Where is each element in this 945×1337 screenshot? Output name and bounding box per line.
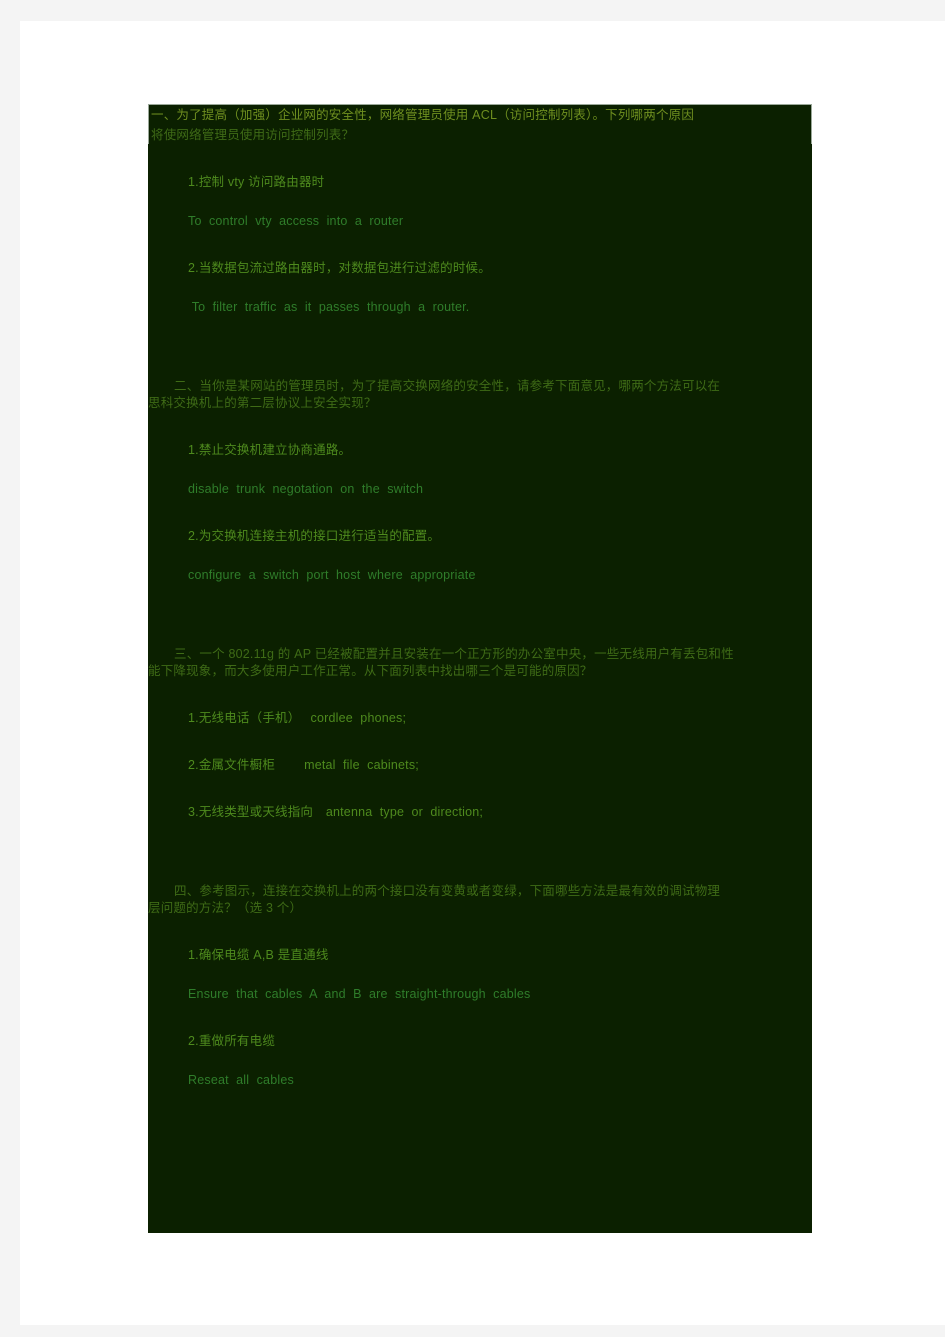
question-2: 二、当你是某网站的管理员时，为了提高交换网络的安全性，请参考下面意见，哪两个方法… — [148, 378, 812, 584]
question-1: 一、为了提高（加强）企业网的安全性，网络管理员使用 ACL（访问控制列表）。下列… — [148, 104, 812, 316]
question-4-prompt-line-2: 层问题的方法？（选 3 个） — [148, 901, 303, 915]
question-2-answer-1-en: disable trunk negotation on the switch — [188, 482, 424, 496]
pasted-content-block: 一、为了提高（加强）企业网的安全性，网络管理员使用 ACL（访问控制列表）。下列… — [148, 104, 812, 1233]
question-4-answer-2-en: Reseat all cables — [188, 1073, 294, 1087]
document-page: 一、为了提高（加强）企业网的安全性，网络管理员使用 ACL（访问控制列表）。下列… — [20, 21, 945, 1325]
question-2-answer-2-cn: 2.为交换机连接主机的接口进行适当的配置。 — [188, 529, 441, 543]
question-1-answer-2-cn: 2.当数据包流过路由器时，对数据包进行过滤的时候。 — [188, 261, 491, 275]
question-3: 三、一个 802.11g 的 AP 已经被配置并且安装在一个正方形的办公室中央，… — [148, 646, 812, 821]
question-1-prompt-line-2: 将使网络管理员使用访问控制列表？ — [151, 128, 355, 142]
question-2-answer-1-cn: 1.禁止交换机建立协商通路。 — [188, 443, 352, 457]
question-1-answer-2-en: To filter traffic as it passes through a… — [188, 300, 470, 314]
question-1-prompt-continuation: 将使网络管理员使用访问控制列表？ — [148, 127, 812, 144]
question-1-heading-highlight[interactable]: 一、为了提高（加强）企业网的安全性，网络管理员使用 ACL（访问控制列表）。下列… — [148, 104, 812, 127]
question-3-answer-3: 3.无线类型或天线指向 antenna type or direction; — [188, 805, 484, 819]
question-3-answer-1: 1.无线电话（手机） cordlee phones; — [188, 711, 407, 725]
question-3-prompt-line-1: 三、一个 802.11g 的 AP 已经被配置并且安装在一个正方形的办公室中央，… — [174, 647, 734, 661]
question-2-prompt-line-2: 思科交换机上的第二层协议上安全实现？ — [148, 396, 377, 410]
question-4-answer-1-cn: 1.确保电缆 A,B 是直通线 — [188, 948, 329, 962]
question-2-prompt-line-1: 二、当你是某网站的管理员时，为了提高交换网络的安全性，请参考下面意见，哪两个方法… — [174, 379, 721, 393]
question-4-answer-2-cn: 2.重做所有电缆 — [188, 1034, 276, 1048]
question-4: 四、参考图示，连接在交换机上的两个接口没有变黄或者变绿，下面哪些方法是最有效的调… — [148, 883, 812, 1089]
question-4-answer-1-en: Ensure that cables A and B are straight-… — [188, 987, 531, 1001]
question-3-answer-2: 2.金属文件橱柜 metal file cabinets; — [188, 758, 419, 772]
question-1-answer-1-cn: 1.控制 vty 访问路由器时 — [188, 175, 325, 189]
question-4-prompt-line-1: 四、参考图示，连接在交换机上的两个接口没有变黄或者变绿，下面哪些方法是最有效的调… — [174, 884, 721, 898]
question-2-answer-2-en: configure a switch port host where appro… — [188, 568, 476, 582]
question-3-prompt-line-2: 能下降现象，而大多使用户工作正常。从下面列表中找出哪三个是可能的原因？ — [148, 664, 593, 678]
block-bottom-padding — [148, 1089, 812, 1123]
question-1-answer-1-en: To control vty access into a router — [188, 214, 404, 228]
question-1-prompt-line-1: 一、为了提高（加强）企业网的安全性，网络管理员使用 ACL（访问控制列表）。下列… — [151, 108, 695, 122]
